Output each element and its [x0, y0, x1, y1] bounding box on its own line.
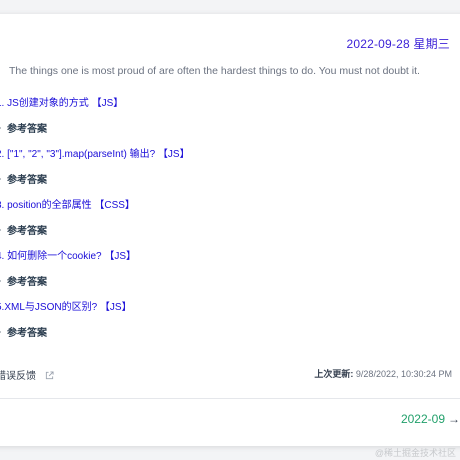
answer-toggle-4[interactable]: 参考答案: [0, 273, 47, 288]
answer-toggle-3[interactable]: 参考答案: [0, 222, 47, 237]
question-link-5[interactable]: 5.XML与JSON的区别? 【JS】: [0, 298, 132, 313]
answer-label: 参考答案: [7, 124, 47, 135]
caret-right-icon: [0, 278, 1, 284]
answer-toggle-2[interactable]: 参考答案: [0, 171, 47, 186]
caret-right-icon: [0, 176, 1, 182]
question-link-2[interactable]: 2. ["1", "2", "3"].map(parseInt) 输出? 【JS…: [0, 145, 190, 160]
post-date: 2022-09-28 星期三: [346, 37, 450, 51]
feedback-label: 错误反馈: [0, 371, 36, 382]
answer-label: 参考答案: [7, 328, 47, 339]
question-link-4[interactable]: 4. 如何删除一个cookie? 【JS】: [0, 247, 136, 262]
article-card: [0, 14, 460, 446]
caret-right-icon: [0, 329, 1, 335]
caret-right-icon: [0, 227, 1, 233]
next-page-link[interactable]: 2022-09 →: [401, 412, 460, 426]
last-updated-label: 上次更新:: [314, 369, 354, 379]
quote-text: The things one is most proud of are ofte…: [9, 65, 420, 77]
answer-toggle-1[interactable]: 参考答案: [0, 120, 47, 135]
question-link-1[interactable]: 1. JS创建对象的方式 【JS】: [0, 94, 123, 109]
last-updated-value: 9/28/2022, 10:30:24 PM: [355, 369, 452, 379]
last-updated: 上次更新: 9/28/2022, 10:30:24 PM: [314, 367, 452, 380]
question-link-3[interactable]: 3. position的全部属性 【CSS】: [0, 196, 135, 211]
answer-label: 参考答案: [7, 175, 47, 186]
answer-label: 参考答案: [7, 277, 47, 288]
answer-toggle-5[interactable]: 参考答案: [0, 324, 47, 339]
watermark: @稀土掘金技术社区: [374, 448, 456, 458]
external-link-icon: [45, 371, 54, 383]
caret-right-icon: [0, 125, 1, 131]
footer-divider: [0, 398, 460, 399]
feedback-link[interactable]: 错误反馈: [0, 367, 54, 383]
answer-label: 参考答案: [7, 226, 47, 237]
arrow-right-icon: →: [448, 412, 460, 426]
next-page-label: 2022-09: [400, 412, 445, 426]
